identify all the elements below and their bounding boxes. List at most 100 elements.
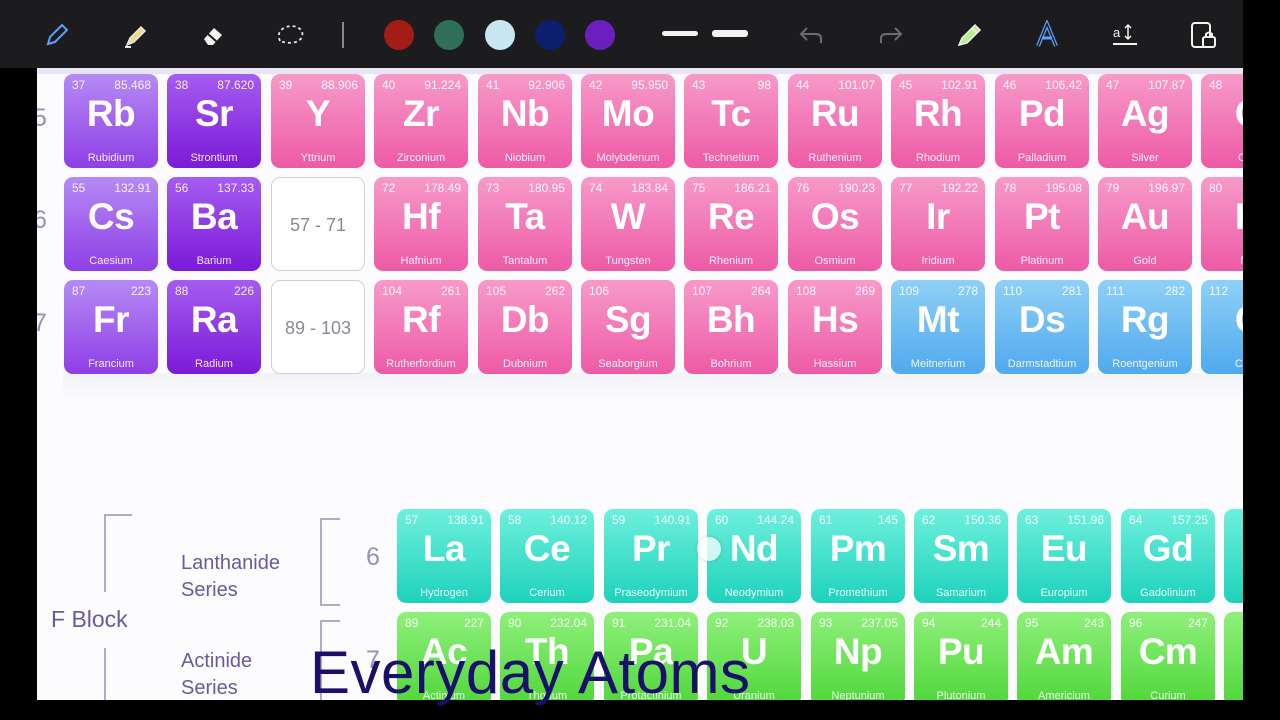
atomic-mass: 192.22 <box>941 181 978 195</box>
pencil-icon[interactable] <box>952 18 986 52</box>
text-style-icon[interactable] <box>1030 18 1064 52</box>
element-tile-am[interactable]: 95 243 Am Americium <box>1017 612 1111 700</box>
atomic-number: 40 <box>382 78 396 92</box>
element-symbol: Ds <box>1018 299 1066 340</box>
element-tile-cm[interactable]: 96 247 Cm Curium <box>1121 612 1215 700</box>
atomic-number: 37 <box>72 78 86 92</box>
element-tile-sg[interactable]: 106 Sg Seaborgium <box>581 280 675 374</box>
element-tile-ag[interactable]: 47 107.87 Ag Silver <box>1098 74 1192 168</box>
f-block-bracket-bottom <box>104 648 106 700</box>
element-tile-hf[interactable]: 72 178.49 Hf Hafnium <box>374 177 468 271</box>
element-name: Silver <box>1131 152 1159 164</box>
element-tile-ra[interactable]: 88 226 Ra Radium <box>167 280 261 374</box>
element-tile-rb[interactable]: 37 85.468 Rb Rubidium <box>64 74 158 168</box>
element-tile-rh[interactable]: 45 102.91 Rh Rhodium <box>891 74 985 168</box>
lanthanide-series-label: Lanthanide Series <box>181 550 280 604</box>
element-name: Bohrium <box>710 358 752 370</box>
element-tile-ba[interactable]: 56 137.33 Ba Barium <box>167 177 261 271</box>
atomic-number: 59 <box>612 513 626 527</box>
element-tile-cs[interactable]: 55 132.91 Cs Caesium <box>64 177 158 271</box>
placeholder-cell-89-103[interactable]: 89 - 103 <box>271 280 365 374</box>
atomic-number: 109 <box>899 284 920 298</box>
element-tile-mt[interactable]: 109 278 Mt Meitnerium <box>891 280 985 374</box>
pen-icon[interactable] <box>40 18 74 52</box>
element-tile-pt[interactable]: 78 195.08 Pt Platinum <box>995 177 1089 271</box>
stroke-thick-option[interactable] <box>712 30 748 37</box>
color-swatch-2[interactable] <box>434 20 464 50</box>
atomic-number: 58 <box>508 513 522 527</box>
element-tile-eu[interactable]: 63 151.96 Eu Europium <box>1017 509 1111 603</box>
element-tile-tc[interactable]: 43 98 Tc Technetium <box>684 74 778 168</box>
atomic-number: 41 <box>486 78 500 92</box>
element-symbol: Sg <box>604 299 652 340</box>
eraser-icon[interactable] <box>196 18 230 52</box>
element-tile-rg[interactable]: 111 282 Rg Roentgenium <box>1098 280 1192 374</box>
element-tile-la[interactable]: 57 138.91 La Hydrogen <box>397 509 491 603</box>
element-tile-db[interactable]: 105 262 Db Dubnium <box>478 280 572 374</box>
element-tile-re[interactable]: 75 186.21 Re Rhenium <box>684 177 778 271</box>
highlighter-icon[interactable] <box>118 18 152 52</box>
element-tile-c[interactable]: 48C Cad <box>1201 74 1243 168</box>
element-tile-rf[interactable]: 104 261 Rf Rutherfordium <box>374 280 468 374</box>
element-tile-nd[interactable]: 60 144.24 Nd Neodymium <box>707 509 801 603</box>
element-tile-w[interactable]: 74 183.84 W Tungsten <box>581 177 675 271</box>
element-tile-c[interactable]: 112C Cope <box>1201 280 1243 374</box>
element-tile-np[interactable]: 93 237.05 Np Neptunium <box>811 612 905 700</box>
element-symbol: Nd <box>729 528 779 569</box>
element-tile-sr[interactable]: 38 87.620 Sr Strontium <box>167 74 261 168</box>
atomic-mass: 231.04 <box>654 616 691 630</box>
lasso-icon[interactable] <box>272 18 308 52</box>
element-name: Dubnium <box>502 358 548 370</box>
text-size-icon[interactable]: a <box>1108 18 1142 52</box>
element-symbol: Ag <box>1120 93 1170 134</box>
element-name: Promethium <box>828 587 888 599</box>
atomic-mass: 278 <box>957 284 978 298</box>
atomic-number: 77 <box>899 181 913 195</box>
color-swatch-5[interactable] <box>585 20 615 50</box>
element-tile-sm[interactable]: 62 150.36 Sm Samarium <box>914 509 1008 603</box>
element-symbol: Au <box>1120 196 1170 237</box>
element-tile-pu[interactable]: 94 244 Pu Plutonium <box>914 612 1008 700</box>
color-swatch-3[interactable] <box>485 20 515 50</box>
element-tile-ds[interactable]: 110 281 Ds Darmstadtium <box>995 280 1089 374</box>
element-name: Plutonium <box>936 690 986 700</box>
element-tile-mo[interactable]: 42 95.950 Mo Molybdenum <box>581 74 675 168</box>
element-tile-partial[interactable] <box>1224 509 1243 603</box>
actinide-series-label: Actinide Series <box>181 648 252 700</box>
element-tile-ce[interactable]: 58 140.12 Ce Cerium <box>500 509 594 603</box>
element-tile-pr[interactable]: 59 140.91 Pr Praseodymium <box>604 509 698 603</box>
element-tile-nb[interactable]: 41 92.906 Nb Niobium <box>478 74 572 168</box>
element-tile-zr[interactable]: 40 91.224 Zr Zirconium <box>374 74 468 168</box>
placeholder-cell-57-71[interactable]: 57 - 71 <box>271 177 365 271</box>
element-tile-pd[interactable]: 46 106.42 Pd Palladium <box>995 74 1089 168</box>
atomic-mass: 91.224 <box>424 78 461 92</box>
stroke-thin-option[interactable] <box>662 31 698 36</box>
element-tile-ta[interactable]: 73 180.95 Ta Tantalum <box>478 177 572 271</box>
element-symbol: C <box>1201 299 1243 341</box>
element-tile-hs[interactable]: 108 269 Hs Hassium <box>788 280 882 374</box>
element-tile-y[interactable]: 39 88.906 Y Yttrium <box>271 74 365 168</box>
lock-icon[interactable] <box>1186 18 1222 54</box>
color-swatch-4[interactable] <box>535 20 565 50</box>
element-symbol: Bh <box>706 299 756 340</box>
element-symbol: Hs <box>811 299 859 340</box>
element-tile-gd[interactable]: 64 157.25 Gd Gadolinium <box>1121 509 1215 603</box>
element-tile-partial[interactable] <box>1224 612 1243 700</box>
element-symbol: Mt <box>916 299 960 340</box>
element-name: Europium <box>1040 587 1088 599</box>
element-symbol: Ba <box>190 196 238 237</box>
color-swatch-1[interactable] <box>384 20 414 50</box>
element-tile-pm[interactable]: 61 145 Pm Promethium <box>811 509 905 603</box>
element-tile-h[interactable]: 80H Me <box>1201 177 1243 271</box>
undo-icon[interactable] <box>796 20 826 50</box>
element-tile-au[interactable]: 79 196.97 Au Gold <box>1098 177 1192 271</box>
atomic-number: 110 <box>1003 284 1023 298</box>
element-name: Tantalum <box>502 255 548 267</box>
element-tile-os[interactable]: 76 190.23 Os Osmium <box>788 177 882 271</box>
redo-icon[interactable] <box>876 20 906 50</box>
element-tile-ru[interactable]: 44 101.07 Ru Ruthenium <box>788 74 882 168</box>
element-tile-fr[interactable]: 87 223 Fr Francium <box>64 280 158 374</box>
element-tile-bh[interactable]: 107 264 Bh Bohrium <box>684 280 778 374</box>
element-tile-ir[interactable]: 77 192.22 Ir Iridium <box>891 177 985 271</box>
element-symbol: Rg <box>1120 299 1170 340</box>
